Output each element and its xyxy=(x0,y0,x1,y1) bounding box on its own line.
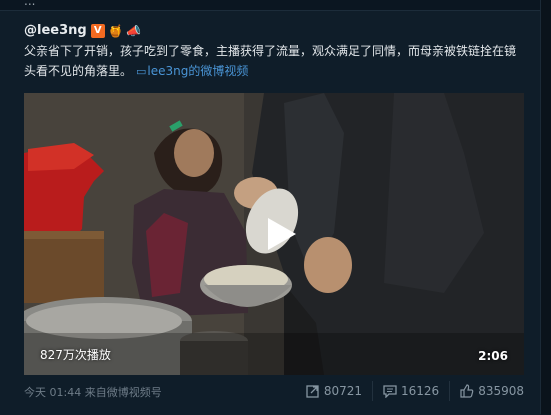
scrollbar-track[interactable] xyxy=(540,0,551,414)
v-badge-icon[interactable]: V xyxy=(90,23,105,38)
view-count: 827万次播放 xyxy=(40,348,111,362)
repost-count: 80721 xyxy=(323,384,362,398)
weibo-post-card: @lee3ng V 🍯 📣 父亲省下了开销，孩子吃到了零食，主播获得了流量，观众… xyxy=(0,10,541,415)
post-footer: 今天 01:44 来自微博视频号 80721 16126 835908 xyxy=(24,381,524,401)
like-button[interactable]: 835908 xyxy=(449,381,524,401)
like-count: 835908 xyxy=(478,384,524,398)
previous-post-tail: ... xyxy=(24,0,36,8)
repost-button[interactable]: 80721 xyxy=(296,381,362,401)
post-meta: 今天 01:44 来自微博视频号 xyxy=(24,384,162,400)
video-duration: 2:06 xyxy=(478,349,508,363)
post-header: @lee3ng V 🍯 📣 xyxy=(24,23,141,38)
post-text: 父亲省下了开销，孩子吃到了零食，主播获得了流量，观众满足了同情，而母亲被铁链拴在… xyxy=(24,44,517,78)
fan-badge-icon[interactable]: 🍯 xyxy=(108,24,123,38)
video-link[interactable]: ▭lee3ng的微博视频 xyxy=(136,64,248,78)
username-link[interactable]: @lee3ng xyxy=(24,23,87,38)
horn-badge-icon[interactable]: 📣 xyxy=(126,24,141,38)
play-icon[interactable] xyxy=(260,214,300,254)
post-actions: 80721 16126 835908 xyxy=(296,381,524,401)
thumbs-up-icon xyxy=(460,384,474,398)
video-link-icon: ▭ xyxy=(136,65,147,78)
post-body: 父亲省下了开销，孩子吃到了零食，主播获得了流量，观众满足了同情，而母亲被铁链拴在… xyxy=(24,41,524,82)
comment-icon xyxy=(383,385,397,398)
comment-button[interactable]: 16126 xyxy=(372,381,439,401)
video-link-text: lee3ng的微博视频 xyxy=(147,64,249,78)
post-source[interactable]: 来自微博视频号 xyxy=(85,386,162,399)
repost-icon xyxy=(306,385,319,398)
post-time[interactable]: 今天 01:44 xyxy=(24,386,81,399)
video-player[interactable]: 827万次播放 2:06 xyxy=(24,93,524,375)
comment-count: 16126 xyxy=(401,384,440,398)
